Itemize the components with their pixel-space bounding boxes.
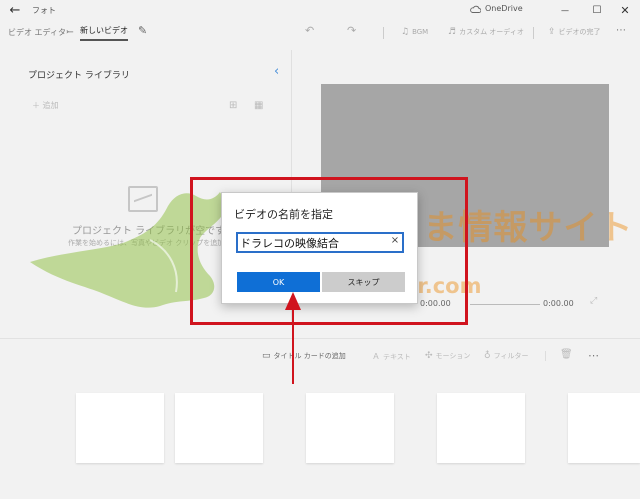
video-name-input[interactable] xyxy=(236,232,404,253)
clear-input-icon[interactable]: × xyxy=(389,235,401,246)
rename-video-dialog: ビデオの名前を指定 × OK スキップ xyxy=(221,192,418,304)
skip-button[interactable]: スキップ xyxy=(322,272,405,292)
ok-button[interactable]: OK xyxy=(237,272,320,292)
dialog-title: ビデオの名前を指定 xyxy=(234,208,333,221)
